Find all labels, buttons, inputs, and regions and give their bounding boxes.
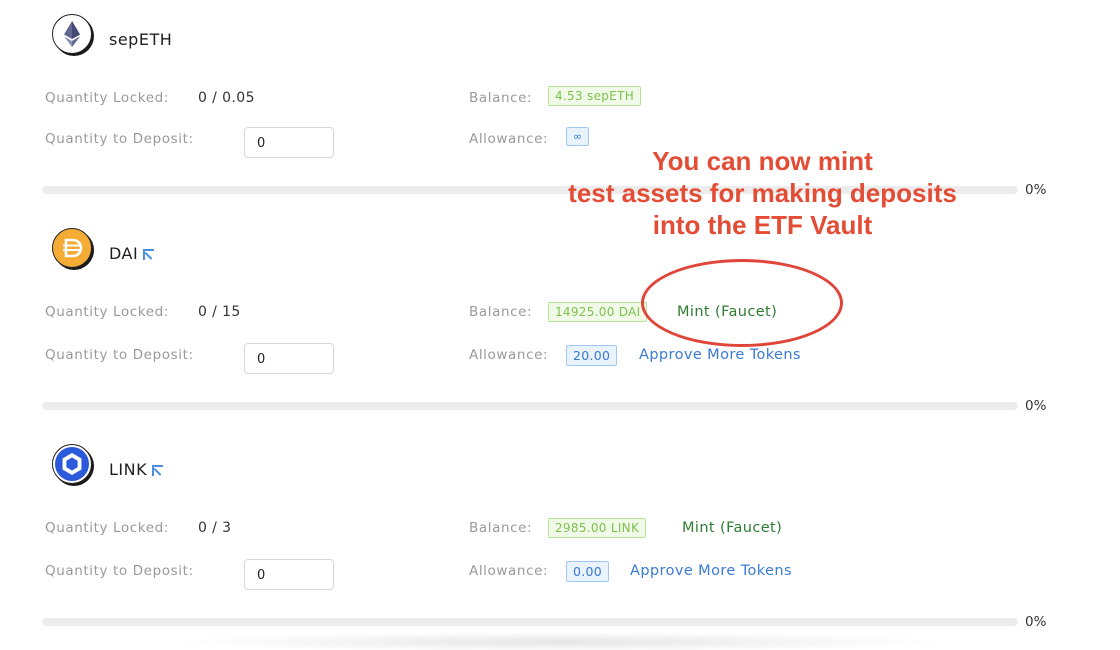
balance-badge: 4.53 sepETH — [548, 86, 642, 106]
allowance-label: Allowance: — [469, 131, 549, 147]
token-name: sepETH — [109, 30, 173, 49]
allowance-badge: 0.00 — [566, 561, 610, 582]
annotation-text: You can now mint test assets for making … — [540, 145, 985, 241]
chainlink-icon — [52, 444, 92, 484]
mint-faucet-link[interactable]: Mint (Faucet) — [682, 520, 782, 536]
token-name-label: DAI — [109, 244, 139, 263]
deposit-progress-bar — [42, 618, 1018, 626]
ethereum-icon — [52, 14, 92, 54]
balance-badge: 2985.00 LINK — [548, 518, 647, 538]
annotation-line: into the ETF Vault — [652, 210, 873, 240]
asset-card-link: LINK Quantity Locked: 0 / 3 Balance: 298… — [0, 444, 1120, 650]
external-link-icon[interactable] — [143, 249, 155, 260]
annotation-highlight-ellipse — [641, 259, 843, 347]
deposit-quantity-input[interactable]: 0 — [244, 127, 334, 158]
balance-label: Balance: — [469, 304, 533, 320]
quantity-locked-value: 0 / 0.05 — [198, 90, 255, 106]
allowance-label: Allowance: — [469, 563, 549, 579]
annotation-line: You can now mint — [652, 146, 873, 176]
allowance-badge: ∞ — [566, 127, 590, 146]
allowance-badge: 20.00 — [566, 345, 618, 366]
progress-percent: 0% — [1025, 182, 1047, 198]
deposit-quantity-input[interactable]: 0 — [244, 343, 334, 374]
progress-percent: 0% — [1025, 398, 1047, 414]
quantity-locked-value: 0 / 3 — [198, 520, 232, 536]
balance-label: Balance: — [469, 520, 533, 536]
vault-deposit-page: sepETH Quantity Locked: 0 / 0.05 Balance… — [0, 0, 1120, 650]
quantity-locked-label: Quantity Locked: — [45, 304, 169, 320]
quantity-to-deposit-label: Quantity to Deposit: — [45, 563, 194, 579]
approve-more-tokens-link[interactable]: Approve More Tokens — [639, 347, 801, 363]
quantity-to-deposit-label: Quantity to Deposit: — [45, 347, 194, 363]
quantity-locked-label: Quantity Locked: — [45, 520, 169, 536]
quantity-locked-value: 0 / 15 — [198, 304, 241, 320]
progress-percent: 0% — [1025, 614, 1047, 630]
annotation-line: test assets for making deposits — [568, 178, 957, 208]
allowance-label: Allowance: — [469, 347, 549, 363]
token-name: LINK — [109, 460, 164, 479]
approve-more-tokens-link[interactable]: Approve More Tokens — [630, 563, 792, 579]
asset-card-dai: DAI Quantity Locked: 0 / 15 Balance: 149… — [0, 228, 1120, 442]
quantity-locked-label: Quantity Locked: — [45, 90, 169, 106]
bottom-shadow — [170, 632, 950, 650]
deposit-progress-bar — [42, 402, 1018, 410]
quantity-to-deposit-label: Quantity to Deposit: — [45, 131, 194, 147]
deposit-quantity-input[interactable]: 0 — [244, 559, 334, 590]
dai-icon — [52, 228, 92, 268]
token-name-label: LINK — [109, 460, 148, 479]
balance-label: Balance: — [469, 90, 533, 106]
token-name: DAI — [109, 244, 155, 263]
balance-badge: 14925.00 DAI — [548, 302, 648, 322]
external-link-icon[interactable] — [152, 465, 164, 476]
